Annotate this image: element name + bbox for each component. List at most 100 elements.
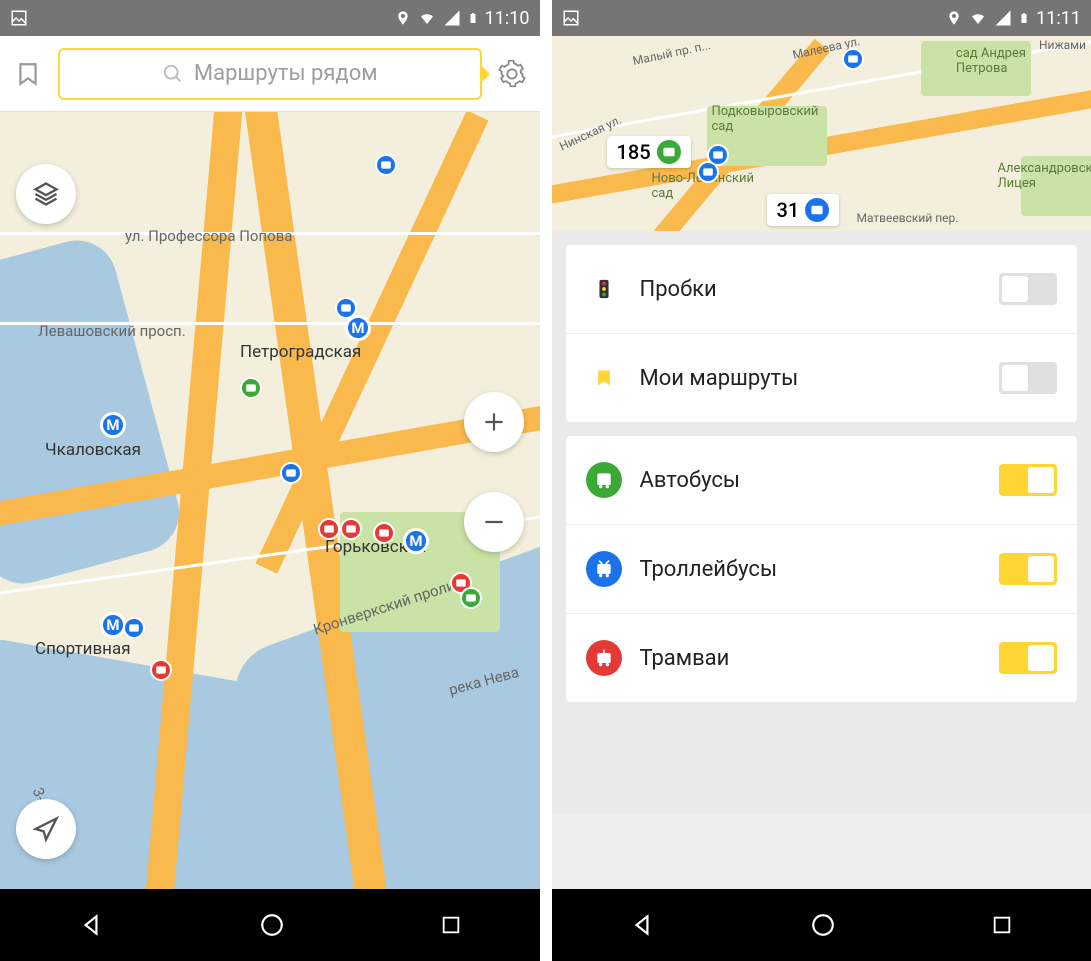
settings-label: Пробки: [640, 277, 982, 302]
home-icon[interactable]: [259, 912, 285, 938]
layers-button[interactable]: [16, 164, 76, 224]
settings-screen: Подковыровский сад сад Андрея Петрова Ал…: [552, 36, 1091, 889]
tram-marker[interactable]: [373, 522, 395, 544]
street-label: Левашовский просп.: [38, 322, 186, 340]
street-label: Нижами: [1039, 38, 1086, 52]
park-label: Александровск. Лицея: [997, 161, 1091, 191]
nav-bar: [552, 889, 1091, 961]
wifi-icon: [417, 9, 437, 27]
trolley-marker[interactable]: [123, 617, 145, 639]
settings-item-buses[interactable]: Автобусы: [566, 436, 1078, 525]
locate-button[interactable]: [16, 799, 76, 859]
phone-right: 11:11 Подковыровский сад сад Андрея Петр…: [552, 0, 1091, 961]
recent-icon[interactable]: [440, 914, 462, 936]
tram-marker[interactable]: [318, 518, 340, 540]
status-bar: 11:10: [0, 0, 540, 36]
picture-icon: [10, 9, 28, 27]
bookmark-button[interactable]: [12, 58, 44, 90]
settings-item-trolleys[interactable]: Троллейбусы: [566, 525, 1078, 614]
settings-label: Автобусы: [640, 468, 982, 493]
search-placeholder: Маршруты рядом: [194, 61, 378, 86]
trolley-marker[interactable]: [280, 462, 302, 484]
back-icon[interactable]: [629, 912, 655, 938]
station-label: Петроградская: [240, 342, 361, 362]
route-badge-31[interactable]: 31: [767, 194, 840, 226]
battery-icon: [1018, 9, 1030, 27]
layers-icon: [32, 180, 60, 208]
recent-icon[interactable]: [991, 914, 1013, 936]
settings-item-traffic[interactable]: Пробки: [566, 245, 1078, 334]
map-preview[interactable]: Подковыровский сад сад Андрея Петрова Ал…: [552, 36, 1091, 231]
settings-list: Пробки Мои маршруты Автобусы: [552, 231, 1091, 813]
toggle-trolleys[interactable]: [999, 553, 1057, 585]
station-label: Чкаловская: [45, 440, 141, 460]
minus-icon: [481, 509, 507, 535]
toggle-myroutes[interactable]: [999, 362, 1057, 394]
navigation-icon: [32, 815, 60, 843]
toggle-traffic[interactable]: [999, 273, 1057, 305]
picture-icon: [562, 9, 580, 27]
settings-label: Трамваи: [640, 646, 982, 671]
header-bar: Маршруты рядом: [0, 36, 540, 112]
station-label: Спортивная: [35, 639, 131, 659]
trolley-marker[interactable]: [335, 297, 357, 319]
toggle-trams[interactable]: [999, 642, 1057, 674]
settings-group-transport: Автобусы Троллейбусы Трамваи: [566, 436, 1078, 702]
street-label: Малый пр. п...: [631, 38, 712, 68]
street-label: ул. Профессора Попова: [125, 227, 292, 245]
search-icon: [162, 63, 184, 85]
bus-marker[interactable]: [460, 587, 482, 609]
tram-marker[interactable]: [340, 518, 362, 540]
zoom-out-button[interactable]: [464, 492, 524, 552]
bookmark-filled-icon: [586, 360, 622, 396]
park-label: Подковыровский сад: [712, 104, 819, 134]
battery-icon: [467, 9, 479, 27]
trolley-marker[interactable]: [842, 48, 864, 70]
settings-label: Троллейбусы: [640, 557, 982, 582]
trolley-marker[interactable]: [707, 144, 729, 166]
wifi-icon: [968, 9, 988, 27]
bus-icon: [657, 140, 681, 164]
settings-item-trams[interactable]: Трамваи: [566, 614, 1078, 702]
trolley-icon: [586, 551, 622, 587]
bus-icon: [586, 462, 622, 498]
status-time: 11:11: [1036, 8, 1081, 29]
phone-left: 11:10 Маршруты рядом: [0, 0, 540, 961]
route-number: 185: [617, 140, 651, 164]
signal-icon: [443, 9, 461, 27]
bus-marker[interactable]: [240, 377, 262, 399]
map-canvas[interactable]: ул. Профессора Попова Левашовский просп.…: [0, 112, 540, 889]
home-icon[interactable]: [810, 912, 836, 938]
metro-marker[interactable]: М: [100, 612, 126, 638]
bookmark-icon: [15, 59, 41, 89]
metro-marker[interactable]: М: [403, 528, 429, 554]
route-badge-185[interactable]: 185: [607, 136, 691, 168]
location-icon: [946, 9, 962, 27]
plus-icon: [481, 409, 507, 435]
gear-icon: [498, 60, 526, 88]
back-icon[interactable]: [78, 912, 104, 938]
tram-icon: [586, 640, 622, 676]
trolley-icon: [805, 198, 829, 222]
traffic-light-icon: [586, 271, 622, 307]
settings-group-general: Пробки Мои маршруты: [566, 245, 1078, 422]
street-label: Матвеевский пер.: [857, 211, 959, 225]
park-label: сад Андрея Петрова: [956, 46, 1026, 76]
settings-item-myroutes[interactable]: Мои маршруты: [566, 334, 1078, 422]
metro-marker[interactable]: М: [100, 412, 126, 438]
map-screen: Маршруты рядом ул. Профессора Попова Лев…: [0, 36, 540, 889]
tram-marker[interactable]: [150, 659, 172, 681]
zoom-in-button[interactable]: [464, 392, 524, 452]
location-icon: [395, 9, 411, 27]
signal-icon: [994, 9, 1012, 27]
trolley-marker[interactable]: [375, 154, 397, 176]
search-box[interactable]: Маршруты рядом: [58, 48, 482, 100]
status-bar: 11:11: [552, 0, 1091, 36]
toggle-buses[interactable]: [999, 464, 1057, 496]
metro-marker[interactable]: М: [345, 315, 371, 341]
water: [0, 232, 188, 593]
nav-bar: [0, 889, 540, 961]
status-time: 11:10: [485, 8, 530, 29]
settings-label: Мои маршруты: [640, 366, 982, 391]
settings-button[interactable]: [496, 58, 528, 90]
